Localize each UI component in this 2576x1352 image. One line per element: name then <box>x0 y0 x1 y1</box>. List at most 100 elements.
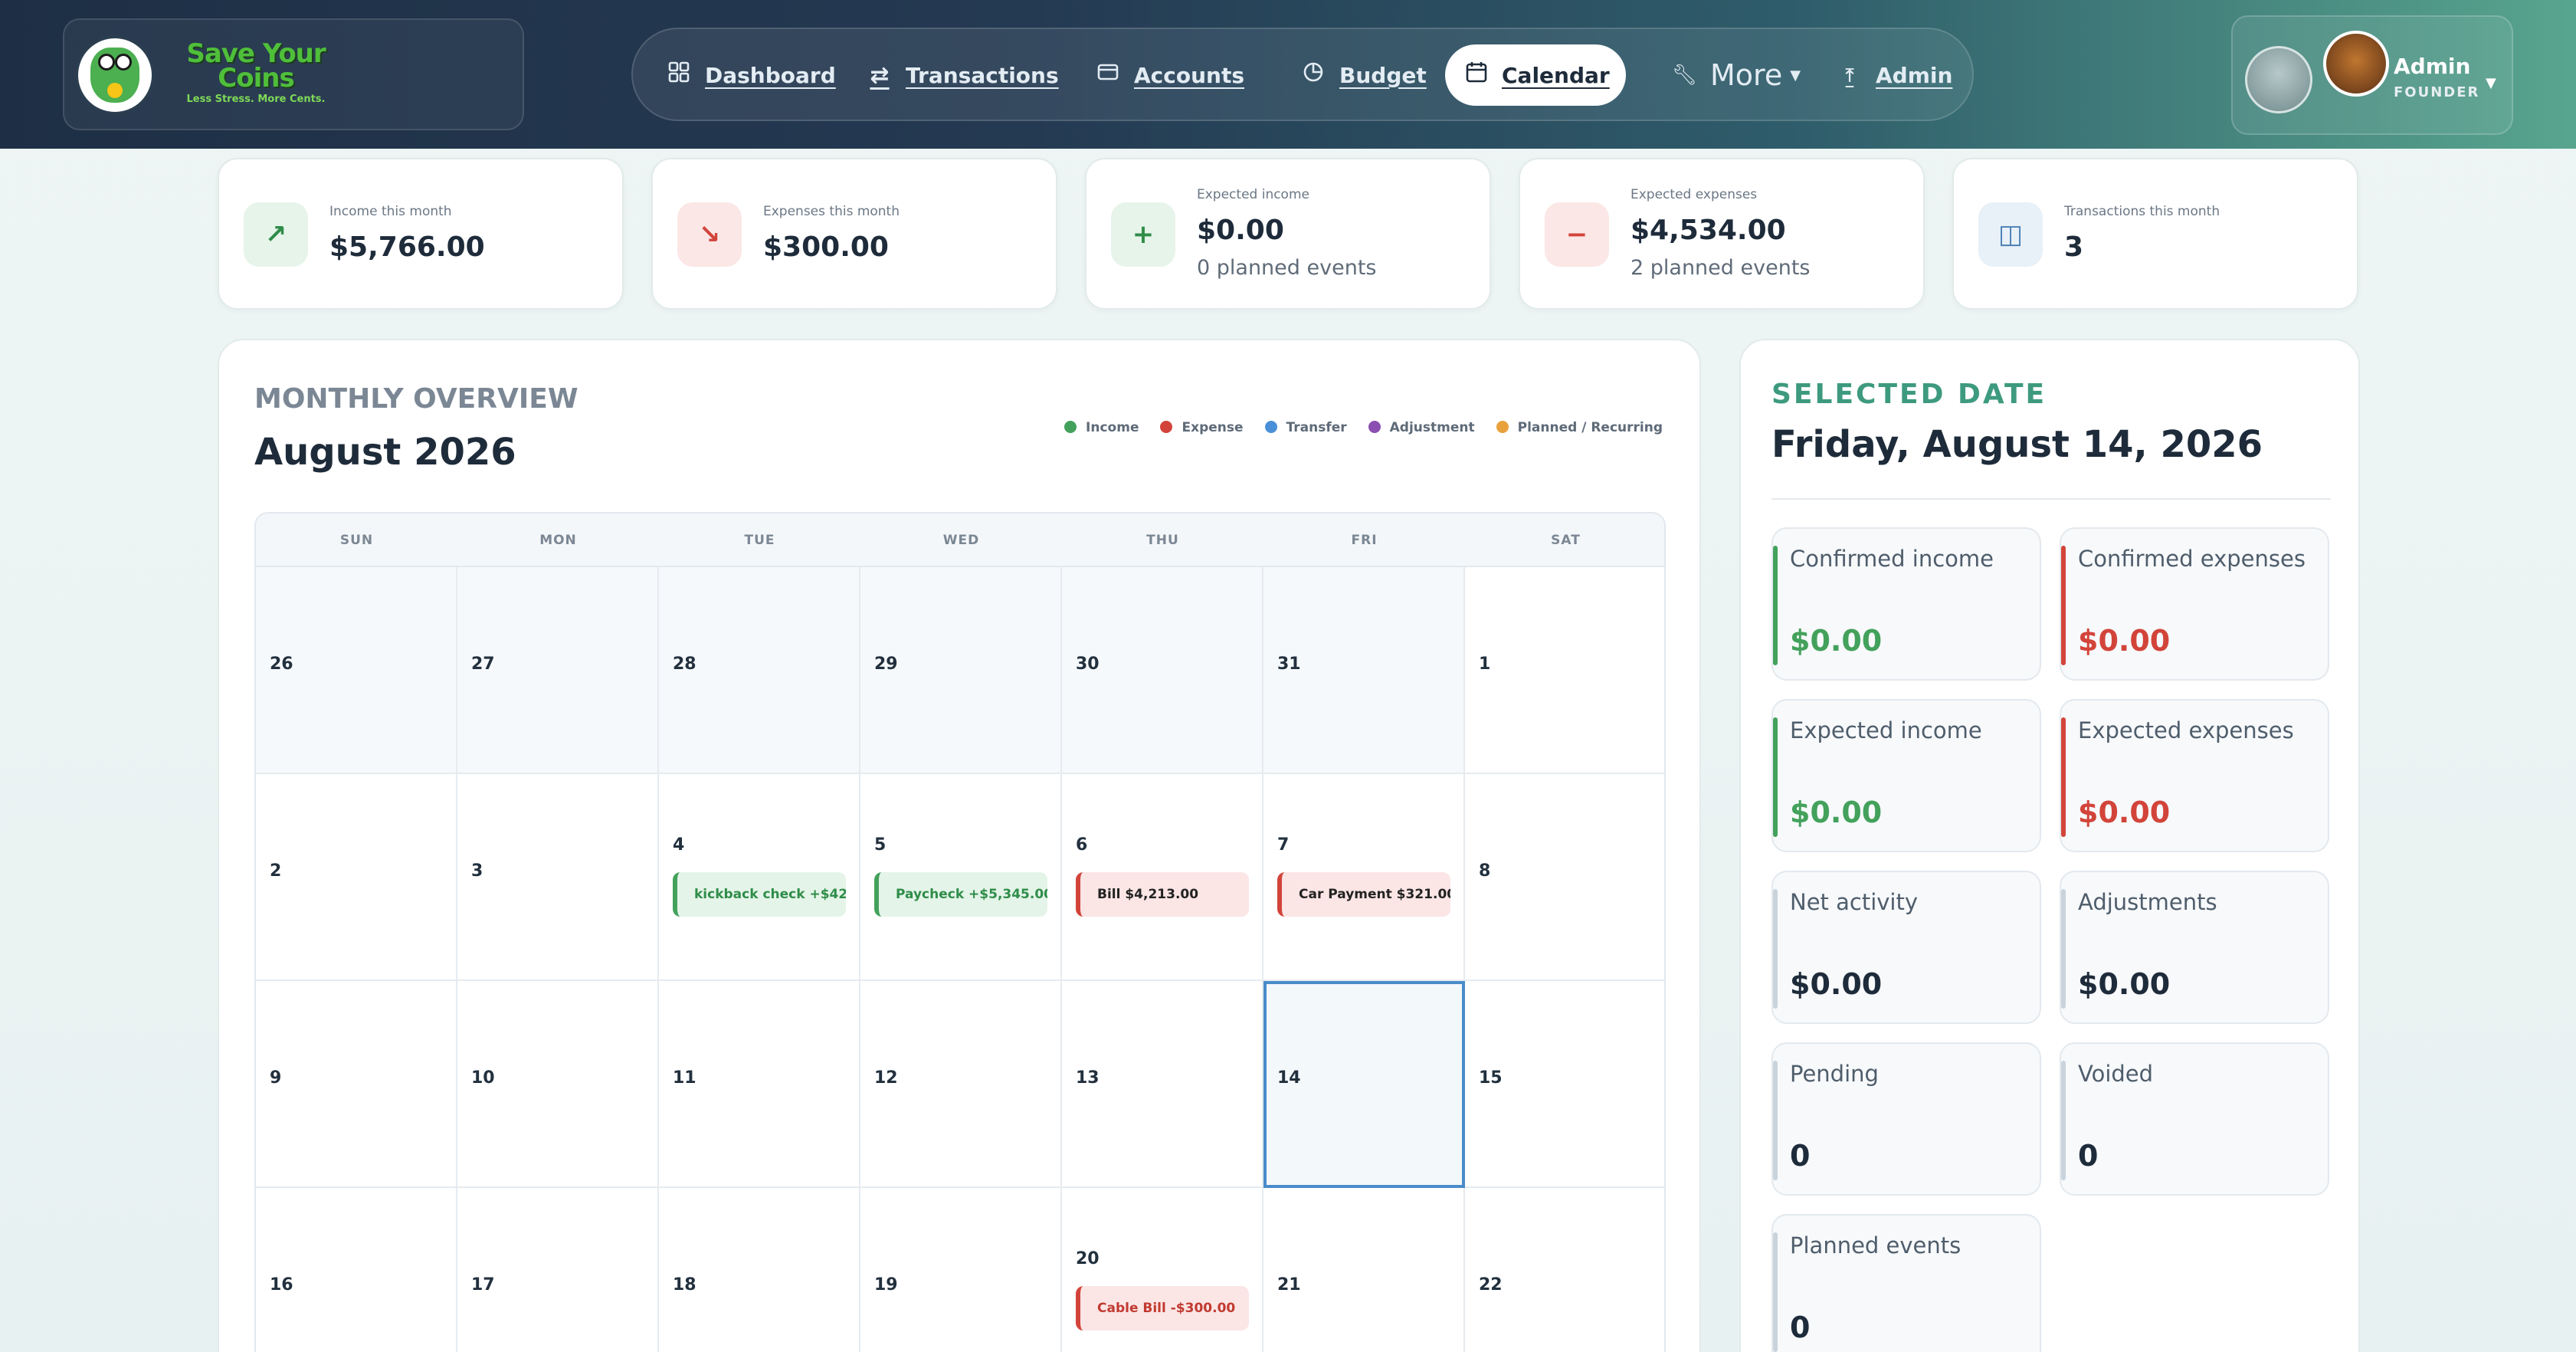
calendar-event-chip[interactable]: Cable Bill -$300.00 <box>1076 1286 1249 1331</box>
stat-expected-expenses: − Expected expenses $4,534.00 2 planned … <box>1519 158 1925 310</box>
metric-accent-bar <box>1773 1232 1778 1352</box>
calendar-event-chip[interactable]: Car Payment $321.00 <box>1277 872 1450 917</box>
columns-icon: ◫ <box>1978 202 2043 267</box>
metric-card-voided: Voided 0 <box>2060 1042 2329 1196</box>
day-number: 14 <box>1277 1068 1301 1088</box>
selected-date-title: Friday, August 14, 2026 <box>1771 423 2263 466</box>
day-number: 19 <box>874 1275 898 1295</box>
calendar-event-chip[interactable]: Bill $4,213.00 <box>1076 872 1249 917</box>
calendar-day-cell[interactable]: 18 <box>659 1188 860 1352</box>
trend-up-icon: ↗ <box>244 202 308 267</box>
metric-label: Confirmed income <box>1790 546 1994 572</box>
metric-card-net-activity: Net activity $0.00 <box>1771 871 2041 1024</box>
calendar-day-cell[interactable]: 6 Bill $4,213.00 <box>1062 774 1263 981</box>
stat-value: 3 <box>2064 231 2084 263</box>
day-number: 17 <box>471 1275 495 1295</box>
calendar-day-cell[interactable]: 16 <box>256 1188 457 1352</box>
day-number: 30 <box>1076 655 1100 674</box>
stat-income-month: ↗ Income this month $5,766.00 <box>218 158 624 310</box>
metric-accent-bar <box>1773 546 1778 665</box>
calendar-day-cell[interactable]: 13 <box>1062 981 1263 1188</box>
nav-admin-label: Admin <box>1876 62 1953 88</box>
day-number: 29 <box>874 655 898 674</box>
weekday-label: MON <box>539 533 577 548</box>
nav-budget[interactable]: Budget <box>1281 44 1447 106</box>
nav-calendar-label: Calendar <box>1502 62 1610 88</box>
minus-icon: − <box>1545 202 1609 267</box>
calendar-day-cell[interactable]: 2 <box>256 774 457 981</box>
calendar-day-cell[interactable]: 11 <box>659 981 860 1188</box>
calendar-event-chip[interactable]: Paycheck +$5,345.00 <box>874 872 1047 917</box>
day-number: 26 <box>270 655 293 674</box>
day-number: 15 <box>1479 1068 1503 1088</box>
calendar-day-cell[interactable]: 1 <box>1465 567 1664 774</box>
calendar-day-cell[interactable]: 17 <box>457 1188 659 1352</box>
calendar-day-cell[interactable]: 19 <box>860 1188 1062 1352</box>
stat-label: Expenses this month <box>763 204 900 219</box>
admin-icon: ⤒ <box>1845 64 1854 86</box>
metric-value: $0.00 <box>1790 796 1883 829</box>
calendar-day-cell[interactable]: 26 <box>256 567 457 774</box>
metric-card-confirmed-income: Confirmed income $0.00 <box>1771 527 2041 681</box>
metric-card-planned-events: Planned events 0 <box>1771 1214 2041 1352</box>
day-number: 3 <box>471 861 483 881</box>
calendar-grid: SUN MON TUE WED THU FRI SAT 26 27 28 29 30 31… <box>254 512 1666 1352</box>
calendar-event-chip[interactable]: kickback check +$421.00 <box>673 872 846 917</box>
nav-more-dropdown[interactable]: 🔧︎ More ▼ <box>1652 44 1821 106</box>
calendar-day-cell[interactable]: 31 <box>1263 567 1465 774</box>
frog-mascot-icon <box>75 35 155 115</box>
legend-expense: Expense <box>1160 420 1244 435</box>
metric-card-confirmed-expenses: Confirmed expenses $0.00 <box>2060 527 2329 681</box>
metric-value: $0.00 <box>2078 967 2171 1001</box>
weekday-label: SUN <box>339 533 374 548</box>
stat-expected-income: + Expected income $0.00 0 planned events <box>1085 158 1491 310</box>
calendar-day-cell[interactable]: 30 <box>1062 567 1263 774</box>
calendar-day-cell[interactable]: 7 Car Payment $321.00 <box>1263 774 1465 981</box>
calendar-day-cell[interactable]: 15 <box>1465 981 1664 1188</box>
logo-wordmark: Save Your Coins <box>186 38 326 94</box>
calendar-day-cell-selected[interactable]: 14 <box>1263 981 1465 1188</box>
day-number: 8 <box>1479 861 1491 881</box>
stat-transactions-month: ◫ Transactions this month 3 <box>1952 158 2358 310</box>
metric-value: $0.00 <box>2078 796 2171 829</box>
selected-date-panel: SELECTED DATE Friday, August 14, 2026 Co… <box>1739 339 2360 1352</box>
calendar-day-cell[interactable]: 28 <box>659 567 860 774</box>
calendar-day-cell[interactable]: 4 kickback check +$421.00 <box>659 774 860 981</box>
calendar-day-cell[interactable]: 10 <box>457 981 659 1188</box>
user-name: Admin <box>2394 54 2471 79</box>
calendar-day-cell[interactable]: 27 <box>457 567 659 774</box>
day-number: 1 <box>1479 655 1491 674</box>
calendar-day-cell[interactable]: 22 <box>1465 1188 1664 1352</box>
user-menu[interactable]: Admin FOUNDER ▼ <box>2231 15 2513 135</box>
day-number: 16 <box>270 1275 293 1295</box>
calendar-day-cell[interactable]: 9 <box>256 981 457 1188</box>
weekday-label: SAT <box>1551 533 1581 548</box>
nav-dashboard[interactable]: Dashboard <box>647 44 856 106</box>
calendar-day-cell[interactable]: 12 <box>860 981 1062 1188</box>
nav-dashboard-label: Dashboard <box>705 62 836 88</box>
stat-sub: 2 planned events <box>1630 256 1811 280</box>
wallet-icon <box>1096 61 1120 90</box>
nav-transactions-label: Transactions <box>906 62 1059 88</box>
metric-label: Confirmed expenses <box>2078 546 2306 572</box>
brand-logo[interactable]: Save Your Coins Less Stress. More Cents. <box>63 18 524 130</box>
calendar-day-cell[interactable]: 5 Paycheck +$5,345.00 <box>860 774 1062 981</box>
day-number: 13 <box>1076 1068 1100 1088</box>
metric-value: $0.00 <box>2078 624 2171 658</box>
calendar-day-cell[interactable]: 3 <box>457 774 659 981</box>
calendar-day-cell[interactable]: 20 Cable Bill -$300.00 <box>1062 1188 1263 1352</box>
nav-calendar[interactable]: Calendar <box>1445 44 1626 106</box>
metric-value: 0 <box>1790 1139 1811 1173</box>
calendar-day-cell[interactable]: 21 <box>1263 1188 1465 1352</box>
metric-value: 0 <box>1790 1311 1811 1344</box>
day-number: 28 <box>673 655 696 674</box>
calendar-legend: Income Expense Transfer Adjustment Plann… <box>1064 420 1663 435</box>
chevron-down-icon: ▼ <box>2486 75 2496 91</box>
calendar-day-cell[interactable]: 8 <box>1465 774 1664 981</box>
metric-value: 0 <box>2078 1139 2099 1173</box>
nav-transactions[interactable]: ⇄ Transactions <box>847 44 1079 106</box>
nav-admin[interactable]: ⤒ Admin <box>1817 44 1972 106</box>
nav-accounts[interactable]: Accounts <box>1076 44 1264 106</box>
calendar-day-cell[interactable]: 29 <box>860 567 1062 774</box>
grid-icon <box>667 61 691 90</box>
